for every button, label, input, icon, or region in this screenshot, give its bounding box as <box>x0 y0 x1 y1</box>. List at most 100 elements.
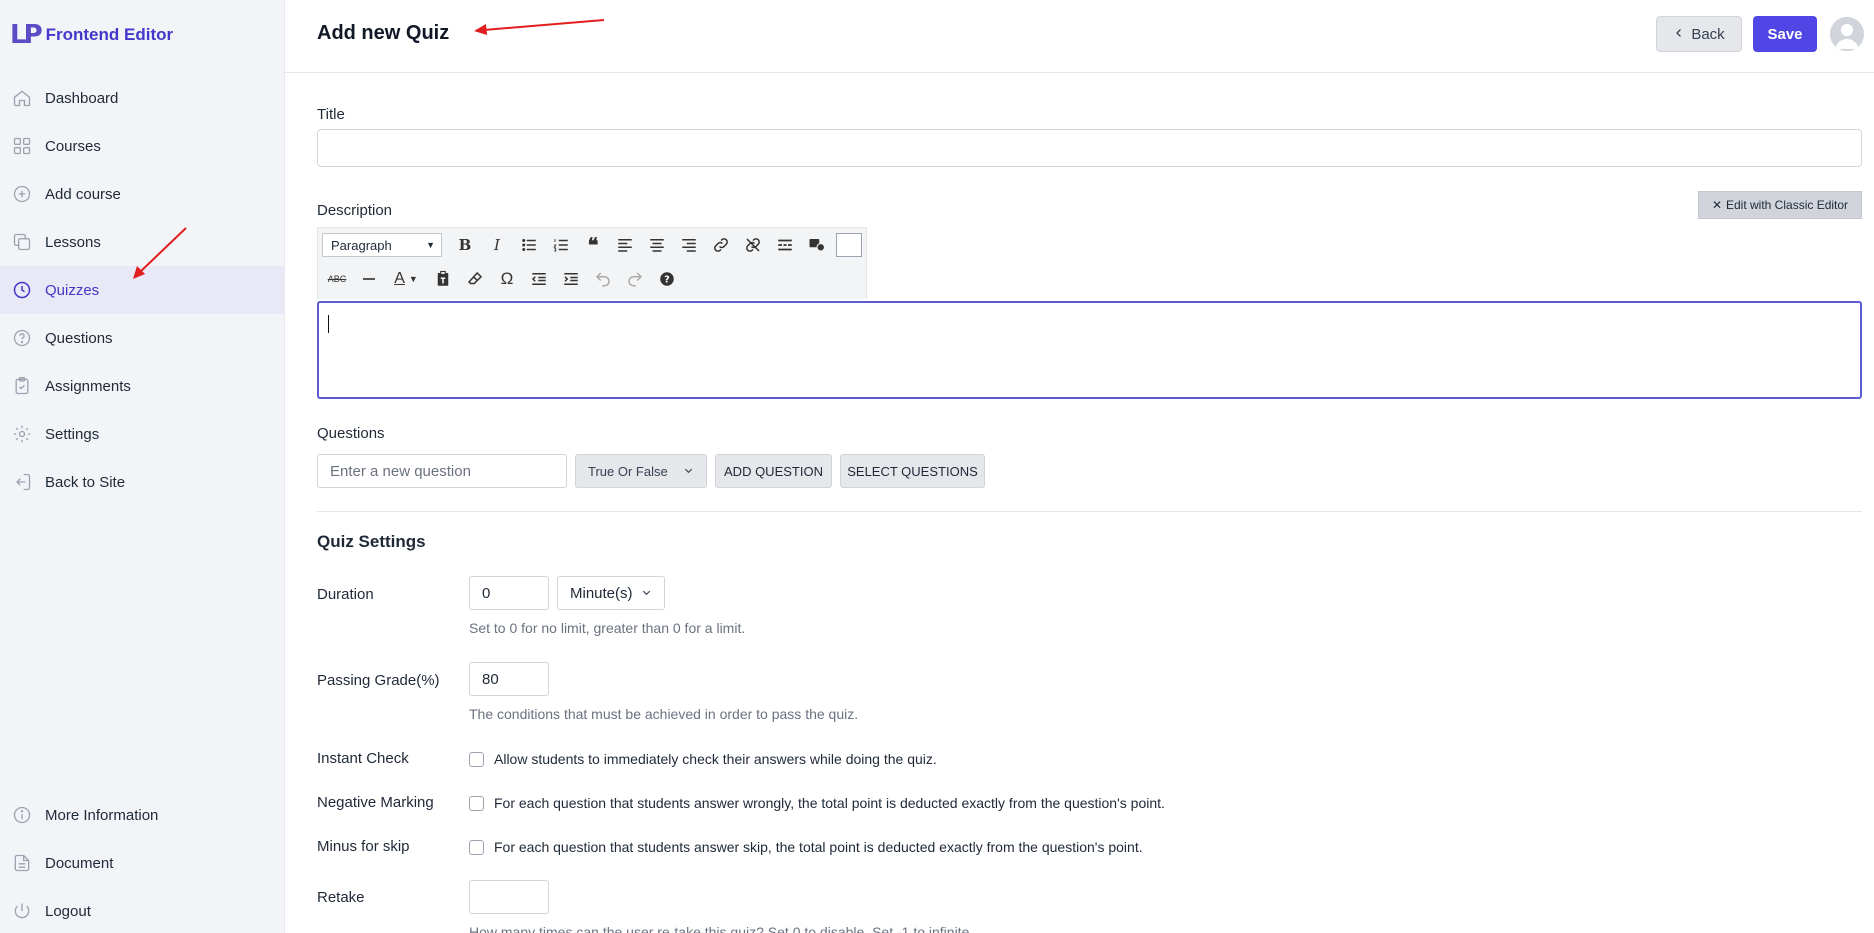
new-question-input[interactable] <box>317 454 567 488</box>
description-editor[interactable] <box>317 301 1862 399</box>
save-button[interactable]: Save <box>1753 16 1817 52</box>
sidebar-item-dashboard[interactable]: Dashboard <box>0 74 285 122</box>
blockquote-icon[interactable]: ❝ <box>578 231 608 259</box>
media-icon[interactable] <box>802 231 832 259</box>
paste-text-icon[interactable] <box>428 265 458 293</box>
caret-down-icon: ▼ <box>426 240 435 250</box>
back-label: Back <box>1691 25 1725 43</box>
minus-for-skip-checkbox[interactable] <box>469 839 484 855</box>
sidebar-item-courses[interactable]: Courses <box>0 122 285 170</box>
format-select[interactable]: Paragraph ▼ <box>322 233 442 257</box>
instant-check-checkbox[interactable] <box>469 751 484 767</box>
close-icon: ✕ <box>1711 198 1722 212</box>
sidebar-item-questions[interactable]: Questions <box>0 314 285 362</box>
undo-icon[interactable] <box>588 265 618 293</box>
text-color-icon[interactable]: A ▼ <box>386 265 426 293</box>
format-select-value: Paragraph <box>331 237 392 253</box>
description-label: Description <box>317 202 393 219</box>
title-input[interactable] <box>317 129 1862 167</box>
duration-unit-select[interactable]: Minute(s) <box>557 576 665 610</box>
passing-grade-input[interactable]: 80 <box>469 662 549 696</box>
page-header: Add new Quiz Back Save <box>285 0 1874 73</box>
help-circle-icon <box>12 328 32 348</box>
negative-marking-label: Negative Marking <box>317 794 434 811</box>
log-in-icon <box>12 472 32 492</box>
file-icon <box>12 853 32 873</box>
instant-check-label: Instant Check <box>317 750 409 767</box>
logo-text: Frontend Editor <box>45 25 174 44</box>
align-center-icon[interactable] <box>642 231 672 259</box>
negative-marking-option[interactable]: For each question that students answer w… <box>469 795 1165 811</box>
home-icon <box>12 88 32 108</box>
unlink-icon[interactable] <box>738 231 768 259</box>
strikethrough-icon[interactable]: ABC <box>322 265 352 293</box>
clear-formatting-icon[interactable] <box>460 265 490 293</box>
chevron-down-icon <box>641 585 652 602</box>
minus-for-skip-text: For each question that students answer s… <box>494 839 1143 855</box>
italic-icon[interactable]: I <box>482 231 512 259</box>
sidebar-item-more-information[interactable]: More Information <box>0 791 285 839</box>
retake-help: How many times can the user re-take this… <box>469 924 974 933</box>
instant-check-text: Allow students to immediately check thei… <box>494 751 937 767</box>
align-right-icon[interactable] <box>674 231 704 259</box>
chevron-left-icon <box>1673 26 1685 43</box>
sidebar-item-label: Assignments <box>45 377 131 395</box>
negative-marking-text: For each question that students answer w… <box>494 795 1165 811</box>
duration-label: Duration <box>317 586 374 603</box>
indent-icon[interactable] <box>556 265 586 293</box>
sidebar-item-lessons[interactable]: Lessons <box>0 218 285 266</box>
read-more-icon[interactable] <box>770 231 800 259</box>
logo-mark: LP <box>10 20 43 50</box>
passing-grade-label: Passing Grade(%) <box>317 672 440 689</box>
sidebar-item-settings[interactable]: Settings <box>0 410 285 458</box>
question-type-select[interactable]: True Or False <box>575 454 707 488</box>
sidebar-item-label: More Information <box>45 806 159 824</box>
redo-icon[interactable] <box>620 265 650 293</box>
duration-input[interactable]: 0 <box>469 576 549 610</box>
copy-icon <box>12 232 32 252</box>
question-type-value: True Or False <box>588 463 668 479</box>
sidebar-nav: Dashboard Courses Add course Lessons Qui… <box>0 74 285 506</box>
sidebar-item-back-to-site[interactable]: Back to Site <box>0 458 285 506</box>
link-icon[interactable] <box>706 231 736 259</box>
page-title: Add new Quiz <box>317 22 450 44</box>
help-icon[interactable]: ? <box>652 265 682 293</box>
logo[interactable]: LP Frontend Editor <box>10 20 173 50</box>
sidebar-item-label: Questions <box>45 329 113 347</box>
title-label: Title <box>317 106 345 123</box>
back-button[interactable]: Back <box>1656 16 1742 52</box>
toolbar-toggle-icon[interactable] <box>834 231 864 259</box>
passing-grade-help: The conditions that must be achieved in … <box>469 706 859 722</box>
align-left-icon[interactable] <box>610 231 640 259</box>
quiz-settings-title: Quiz Settings <box>317 532 426 551</box>
horizontal-line-icon[interactable] <box>354 265 384 293</box>
add-question-button[interactable]: ADD QUESTION <box>715 454 832 488</box>
sidebar-item-label: Dashboard <box>45 89 119 107</box>
retake-input[interactable] <box>469 880 549 914</box>
numbered-list-icon[interactable] <box>546 231 576 259</box>
sidebar-bottom-nav: More Information Document Logout <box>0 791 285 933</box>
bold-icon[interactable]: B <box>450 231 480 259</box>
minus-for-skip-option[interactable]: For each question that students answer s… <box>469 839 1143 855</box>
special-character-icon[interactable]: Ω <box>492 265 522 293</box>
questions-label: Questions <box>317 425 385 442</box>
power-icon <box>12 901 32 921</box>
outdent-icon[interactable] <box>524 265 554 293</box>
select-questions-button[interactable]: SELECT QUESTIONS <box>840 454 985 488</box>
duration-help: Set to 0 for no limit, greater than 0 fo… <box>469 620 746 636</box>
sidebar-item-document[interactable]: Document <box>0 839 285 887</box>
sidebar-item-logout[interactable]: Logout <box>0 887 285 933</box>
negative-marking-checkbox[interactable] <box>469 795 484 811</box>
sidebar-item-label: Lessons <box>45 233 101 251</box>
avatar[interactable] <box>1830 17 1864 51</box>
svg-text:?: ? <box>664 274 670 285</box>
info-icon <box>12 805 32 825</box>
sidebar-item-label: Add course <box>45 185 121 203</box>
instant-check-option[interactable]: Allow students to immediately check thei… <box>469 751 937 767</box>
bullet-list-icon[interactable] <box>514 231 544 259</box>
sidebar-item-assignments[interactable]: Assignments <box>0 362 285 410</box>
sidebar-item-quizzes[interactable]: Quizzes <box>0 266 285 314</box>
duration-unit-value: Minute(s) <box>570 584 633 602</box>
edit-classic-editor-button[interactable]: ✕ Edit with Classic Editor <box>1698 191 1862 219</box>
sidebar-item-add-course[interactable]: Add course <box>0 170 285 218</box>
